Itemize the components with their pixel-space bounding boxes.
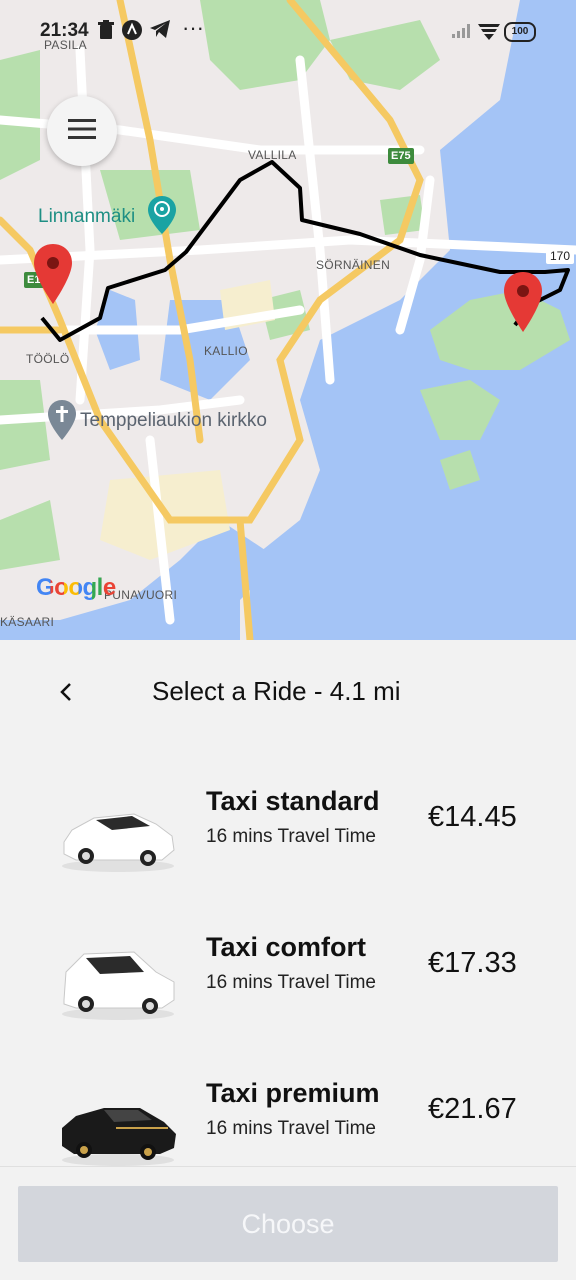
- app-badge-icon: [122, 20, 142, 45]
- pickup-marker-icon[interactable]: [34, 244, 72, 309]
- panel-title: Select a Ride - 4.1 mi: [152, 676, 401, 706]
- ride-name: Taxi premium: [206, 1078, 380, 1108]
- white-sedan-icon: [56, 796, 180, 876]
- destination-marker-icon[interactable]: [504, 272, 542, 337]
- poi-linnanmaki-label[interactable]: Linnanmäki: [38, 206, 135, 228]
- more-notifications-icon: ···: [182, 15, 204, 40]
- ride-option-standard[interactable]: Taxi standard 16 mins Travel Time €14.45: [0, 786, 576, 926]
- google-logo: Google: [36, 574, 116, 602]
- map-label-vallila: VALLILA: [248, 148, 297, 162]
- map-label-kallio: KALLIO: [204, 344, 248, 358]
- ride-travel-time: 16 mins Travel Time: [206, 826, 376, 847]
- wifi-icon: [478, 22, 500, 45]
- church-icon[interactable]: [48, 400, 76, 445]
- black-sedan-icon: [56, 1088, 180, 1168]
- road-number-170: 170: [546, 248, 575, 264]
- ride-name: Taxi comfort: [206, 932, 367, 962]
- google-attribution: Google: [36, 574, 116, 601]
- ride-travel-time: 16 mins Travel Time: [206, 972, 376, 993]
- poi-temppeliaukion-label[interactable]: Temppeliaukion kirkko: [80, 410, 267, 432]
- ride-option-comfort[interactable]: Taxi comfort 16 mins Travel Time €17.33: [0, 932, 576, 1072]
- signal-icon: [452, 24, 470, 43]
- ride-travel-time: 16 mins Travel Time: [206, 1118, 376, 1139]
- white-minivan-icon: [56, 942, 180, 1022]
- telegram-icon: [150, 20, 170, 43]
- choose-button[interactable]: Choose: [18, 1186, 558, 1262]
- status-bar: 21:34 ··· 100: [0, 0, 576, 62]
- ride-price: €14.45: [428, 801, 517, 833]
- ride-name: Taxi standard: [206, 786, 380, 816]
- chevron-left-icon: [60, 682, 72, 707]
- ride-price: €17.33: [428, 947, 517, 979]
- back-button[interactable]: [48, 676, 84, 712]
- battery-indicator: 100: [504, 22, 536, 42]
- status-time: 21:34: [40, 20, 89, 41]
- map-label-kasaari: KÄSAARI: [0, 615, 55, 629]
- trash-icon: [98, 20, 114, 45]
- road-shield-e75: E75: [388, 148, 414, 164]
- amusement-park-icon[interactable]: [148, 196, 176, 239]
- map-label-sornainen: SÖRNÄINEN: [316, 258, 391, 272]
- ride-price: €21.67: [428, 1093, 517, 1125]
- menu-button[interactable]: [47, 96, 117, 166]
- map-label-toolo: TÖÖLÖ: [26, 352, 70, 366]
- ride-selection-panel: Select a Ride - 4.1 mi Taxi standard 16 …: [0, 640, 576, 1280]
- divider: [0, 1166, 576, 1167]
- hamburger-menu-icon: [68, 118, 96, 144]
